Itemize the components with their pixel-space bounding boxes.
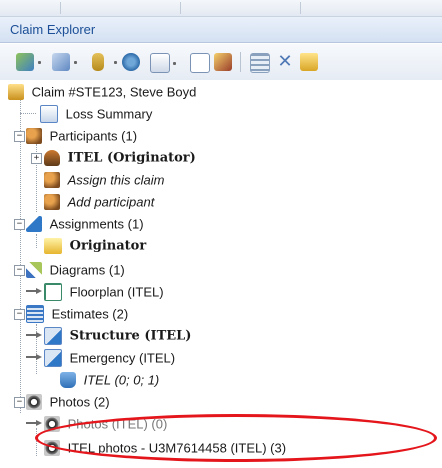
tree-item-itel-originator[interactable]: ITEL (Originator) — [44, 147, 196, 169]
tree-line — [20, 113, 36, 114]
tree-item-label: Claim #STE123, Steve Boyd — [31, 84, 197, 100]
people-icon — [44, 171, 60, 188]
expand-toggle[interactable]: + — [31, 153, 42, 164]
tree-line — [36, 428, 37, 456]
tree-item-structure[interactable]: Structure (ITEL) — [44, 325, 191, 347]
tree-item-label: Emergency (ITEL) — [69, 350, 176, 366]
assignment-icon — [26, 215, 42, 232]
tree-item-photos-itel[interactable]: Photos (ITEL) (0) — [44, 413, 167, 435]
estimate-icon — [44, 326, 62, 345]
document-icon — [40, 104, 58, 123]
collapse-toggle[interactable]: − — [14, 265, 25, 276]
delete-icon[interactable]: ✕ — [276, 53, 294, 71]
tree-item-assignments[interactable]: Assignments (1) — [26, 213, 144, 235]
edit-icon[interactable] — [16, 53, 41, 71]
tree-item-label: Diagrams (1) — [49, 262, 125, 278]
person-icon — [44, 149, 60, 166]
camera-icon — [44, 415, 60, 432]
tree-item-label: Originator — [69, 238, 147, 254]
tab-divider — [300, 2, 301, 14]
tree-item-label: Participants (1) — [49, 128, 138, 144]
tree-item-originator[interactable]: Originator — [44, 235, 146, 257]
tree-item-label: ITEL photos - U3M7614458 (ITEL) (3) — [67, 440, 287, 456]
people-icon — [44, 193, 60, 210]
folder-icon[interactable] — [300, 53, 318, 71]
tree-item-estimates[interactable]: Estimates (2) — [26, 303, 128, 325]
tree-item-floorplan[interactable]: Floorplan (ITEL) — [44, 281, 164, 303]
tree-line — [36, 234, 37, 248]
pen-icon[interactable] — [214, 53, 232, 71]
refresh-icon[interactable] — [122, 53, 140, 71]
tree-item-label: Loss Summary — [65, 106, 153, 122]
estimate-icon — [26, 304, 44, 323]
page-icon[interactable] — [150, 53, 176, 73]
tree-item-photos[interactable]: Photos (2) — [26, 391, 110, 413]
panel-title: Claim Explorer — [0, 17, 442, 43]
tree-item-assign-claim[interactable]: Assign this claim — [44, 169, 164, 191]
tree-item-itel-photos[interactable]: ITEL photos - U3M7614458 (ITEL) (3) — [44, 437, 286, 459]
tree-item-itel-counts[interactable]: ITEL (0; 0; 1) — [60, 369, 159, 391]
tree-item-participants[interactable]: Participants (1) — [26, 125, 137, 147]
new-page-icon[interactable] — [190, 53, 210, 73]
arrow-icon — [26, 332, 42, 338]
tree-item-label: Structure (ITEL) — [69, 328, 192, 344]
collapse-toggle[interactable]: − — [14, 309, 25, 320]
tree-item-label: Estimates (2) — [51, 306, 129, 322]
folder-icon — [44, 237, 62, 254]
list-icon[interactable] — [250, 53, 270, 73]
tree-item-loss-summary[interactable]: Loss Summary — [40, 103, 152, 125]
tree-item-label: Photos (ITEL) (0) — [67, 416, 168, 432]
money-icon[interactable] — [92, 53, 117, 71]
tree-item-add-participant[interactable]: Add participant — [44, 191, 154, 213]
arrow-icon — [26, 420, 42, 426]
tree-item-label: Assignments (1) — [49, 216, 144, 232]
tree-item-label: Add participant — [67, 194, 155, 210]
document-icon[interactable] — [52, 53, 77, 71]
tree-item-diagrams[interactable]: Diagrams (1) — [26, 259, 125, 281]
claim-tree: Claim #STE123, Steve Boyd Loss Summary −… — [0, 80, 442, 468]
tree-line — [20, 96, 21, 413]
tree-item-emergency[interactable]: Emergency (ITEL) — [44, 347, 175, 369]
estimate-icon — [44, 348, 62, 367]
tree-item-label: Assign this claim — [67, 172, 165, 188]
camera-icon — [44, 439, 60, 456]
folder-icon — [8, 83, 24, 100]
toolbar-separator — [240, 52, 241, 72]
collapse-toggle[interactable]: − — [14, 131, 25, 142]
tree-item-label: ITEL (Originator) — [67, 150, 196, 166]
arrow-icon — [26, 288, 42, 294]
tree-item-claim[interactable]: Claim #STE123, Steve Boyd — [8, 81, 196, 103]
cylinder-icon — [60, 371, 76, 388]
diagram-icon — [26, 261, 42, 278]
collapse-toggle[interactable]: − — [14, 219, 25, 230]
tree-item-label: Photos (2) — [49, 394, 110, 410]
people-icon — [26, 127, 42, 144]
tree-item-label: ITEL (0; 0; 1) — [83, 372, 160, 388]
tab-divider — [180, 2, 181, 14]
tree-item-label: Floorplan (ITEL) — [69, 284, 164, 300]
floorplan-icon — [44, 282, 62, 301]
arrow-icon — [26, 354, 42, 360]
top-tab-strip — [0, 0, 442, 17]
tab-divider — [60, 2, 61, 14]
toolbar: ✕ — [0, 44, 442, 81]
camera-icon — [26, 393, 42, 410]
collapse-toggle[interactable]: − — [14, 397, 25, 408]
